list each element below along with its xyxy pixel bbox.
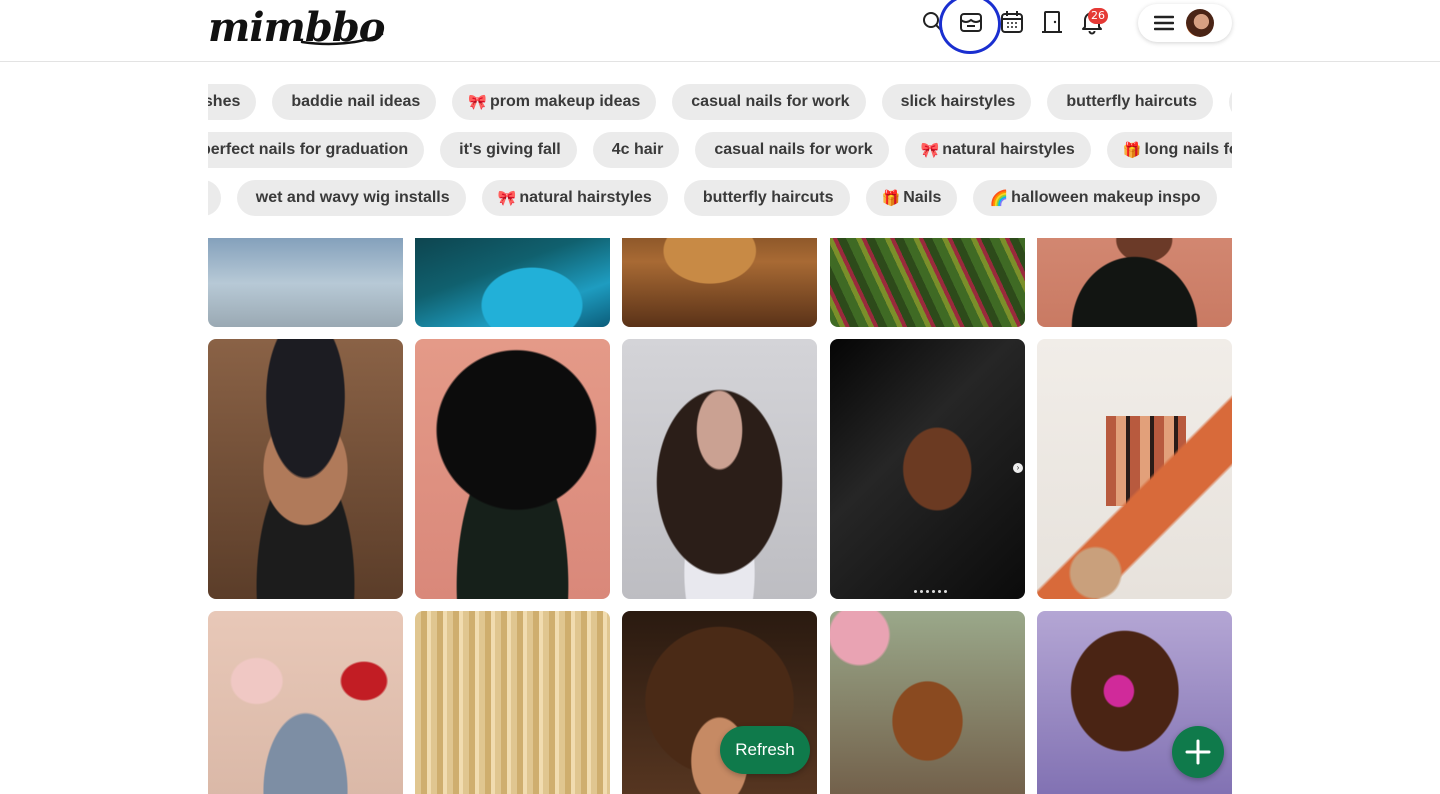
bow-icon: 🎀 [468,93,487,111]
topic-chips: ashes baddie nail ideas 🎀prom makeup ide… [208,80,1232,220]
chip[interactable]: butterfly haircuts [683,180,850,216]
chip[interactable]: 🎀 natural hairstyles [904,132,1091,168]
profile-menu-button[interactable] [1138,4,1232,42]
chip[interactable]: 🎁long nails for [1106,132,1232,168]
chip[interactable]: ashes [208,84,257,120]
chip[interactable]: casual nails for work [695,132,889,168]
pin-bridal-braid[interactable] [830,611,1025,794]
chip[interactable]: butterfly haircuts [1047,84,1213,120]
chip[interactable]: 🎁 Nails [865,180,958,216]
refresh-button[interactable]: Refresh [720,726,810,774]
pin-afro-hair[interactable] [415,339,610,599]
bow-icon: 🎀 [497,189,517,207]
rainbow-icon: 🌈 [989,189,1009,207]
pin-nail-art[interactable] [208,611,403,794]
carousel-next-icon[interactable]: › [1013,463,1023,473]
chip-row-2: perfect nails for graduation it's giving… [208,132,1232,168]
create-pin-button[interactable] [1172,726,1224,778]
pin-woman-photo[interactable] [1037,238,1232,327]
search-icon[interactable] [920,8,946,36]
chip[interactable]: 🎀 natural hairstyles [481,180,668,216]
chip[interactable]: wet and wavy wig installs [236,180,466,216]
pin-blonde-waves[interactable] [415,611,610,794]
avatar [1186,9,1214,37]
pin-dog-photo[interactable] [622,238,817,327]
chip[interactable]: perfect nails for graduation [208,132,425,168]
top-header: mimbbo 26 [0,0,1440,62]
chip[interactable]: baddie nail ideas [272,84,437,120]
pin-street-photo[interactable] [208,238,403,327]
pin-glam-makeup[interactable]: › [830,339,1025,599]
pin-makeup-palette[interactable] [1037,339,1232,599]
chip[interactable]: 🌈 halloween makeup inspo [973,180,1217,216]
pin-long-curls[interactable] [622,339,817,599]
chip[interactable] [1229,84,1232,120]
chip-row-3: es wet and wavy wig installs 🎀natural ha… [208,180,1217,216]
store-icon[interactable] [958,8,984,36]
chip[interactable]: casual nails for work [672,84,866,120]
bow-icon: 🎀 [920,141,940,159]
gift-icon: 🎁 [1122,141,1142,159]
logo-swoosh [300,32,384,46]
chip[interactable]: es [208,180,221,216]
pin-plants-photo[interactable] [830,238,1025,327]
notification-badge: 26 [1088,8,1108,24]
pin-grid: › [208,238,1232,794]
chip[interactable]: it's giving fall [440,132,577,168]
gift-icon: 🎁 [881,189,901,207]
plus-icon [1185,739,1211,765]
chip[interactable]: 4c hair [592,132,680,168]
calendar-icon[interactable] [999,8,1025,36]
menu-icon [1154,15,1174,31]
chip-row-1: ashes baddie nail ideas 🎀prom makeup ide… [208,84,1232,120]
pin-mens-haircut[interactable] [208,339,403,599]
door-icon[interactable] [1039,8,1065,36]
pin-lake-photo[interactable] [415,238,610,327]
chip[interactable]: slick hairstyles [881,84,1032,120]
carousel-dots [914,590,947,593]
chip[interactable]: 🎀 prom makeup ideas [452,84,657,120]
